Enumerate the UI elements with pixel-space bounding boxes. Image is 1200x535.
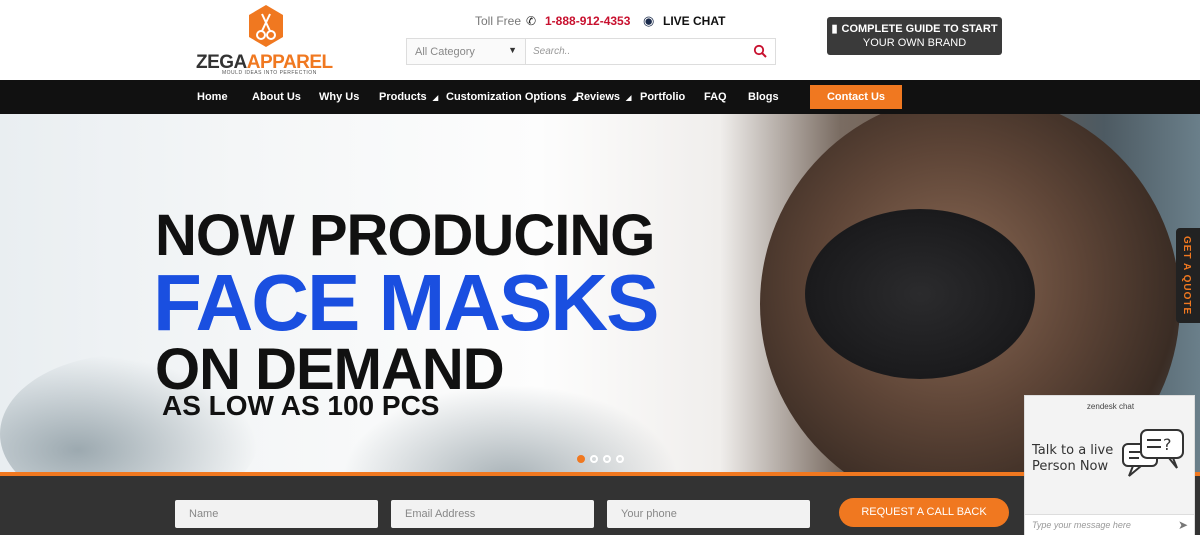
name-field[interactable]: Name [175,500,378,528]
guide-line2: YOUR OWN BRAND [862,37,967,49]
slider-dot[interactable] [577,455,585,463]
main-nav: Home About Us Why Us Products ◢ Customiza… [0,80,1200,114]
nav-item-blogs[interactable]: Blogs [748,91,779,103]
nav-item-label: Reviews [576,91,621,103]
toll-free-label: Toll Free [475,14,522,28]
nav-item-label: Products [379,91,427,103]
guide-line1: COMPLETE GUIDE TO START [841,23,998,35]
nav-item-why-us[interactable]: Why Us [319,91,359,103]
slider-pagination [577,450,629,468]
category-select-value: All Category [415,46,475,58]
dropdown-arrow-icon: ◢ [626,95,632,102]
slider-dot[interactable] [590,455,598,463]
request-call-back-button[interactable]: REQUEST A CALL BACK [839,498,1009,527]
nav-item-label: FAQ [704,91,727,103]
svg-text:?: ? [1163,435,1172,454]
name-field-placeholder: Name [189,508,219,520]
dropdown-arrow-icon: ◢ [432,95,439,102]
search-input[interactable]: Search.. [525,38,776,65]
email-field[interactable]: Email Address [391,500,594,528]
get-a-quote-label: GET A QUOTE [1181,236,1192,316]
nav-item-label: Blogs [748,91,779,103]
search-icon[interactable] [753,44,767,58]
site-header: ZEGAAPPAREL MOULD IDEAS INTO PERFECTION … [0,0,1200,80]
email-field-placeholder: Email Address [405,508,476,520]
nav-item-home[interactable]: Home [197,91,228,103]
phone-number-link[interactable]: 1-888-912-4353 [545,14,630,28]
chat-brand: zendesk chat [1086,402,1135,411]
hero-subheadline: AS LOW AS 100 PCS [162,390,440,421]
nav-item-products[interactable]: Products ◢ [379,91,438,103]
book-icon: ▮ [831,23,838,35]
slider-dot[interactable] [603,455,611,463]
complete-guide-button[interactable]: ▮ COMPLETE GUIDE TO START YOUR OWN BRAND [827,17,1002,55]
nav-item-about-us[interactable]: About Us [252,91,301,103]
nav-item-reviews[interactable]: Reviews ◢ [576,91,631,103]
scissors-hexagon-icon [249,5,283,47]
nav-item-label: Portfolio [640,91,686,103]
search-placeholder: Search.. [533,46,571,57]
chat-prompt: Talk to a live Person Now [1032,443,1113,475]
hero-slider[interactable]: NOW PRODUCING FACE MASKS ON DEMAND AS LO… [0,114,1200,472]
phone-icon: ✆ [526,14,537,28]
nav-item-label: Why Us [319,91,360,103]
live-chat-link[interactable]: LIVE CHAT [663,14,725,28]
chat-prompt-line1: Talk to a live [1032,443,1114,458]
logo-tagline: MOULD IDEAS INTO PERFECTION [222,70,317,76]
contact-us-button[interactable]: Contact Us [810,85,902,109]
chat-prompt-line2: Person Now [1032,459,1109,474]
nav-item-customization-options[interactable]: Customization Options ◢ [446,91,578,103]
zendesk-chat-widget[interactable]: zendesk chat Talk to a live Person Now ?… [1024,395,1195,535]
nav-item-label: Home [197,91,228,103]
chat-message-input[interactable]: Type your message here ➤ [1025,514,1194,535]
chevron-down-icon: ▼ [508,45,517,55]
slider-dot[interactable] [616,455,624,463]
chat-bubbles-icon: ? [1122,429,1184,477]
phone-field[interactable]: Your phone [607,500,810,528]
chat-input-placeholder: Type your message here [1032,520,1131,530]
chat-bubble-icon: ◉ [643,13,655,28]
nav-item-faq[interactable]: FAQ [704,91,727,103]
category-select[interactable]: All Category ▼ [406,38,526,65]
nav-item-portfolio[interactable]: Portfolio [640,91,685,103]
face-mask-shape [805,209,1035,379]
get-a-quote-tab[interactable]: GET A QUOTE [1176,228,1200,323]
logo[interactable]: ZEGAAPPAREL MOULD IDEAS INTO PERFECTION [196,4,341,76]
nav-item-label: Customization Options [446,91,567,103]
send-icon[interactable]: ➤ [1178,518,1188,532]
phone-field-placeholder: Your phone [621,508,677,520]
nav-item-label: About Us [252,91,301,103]
